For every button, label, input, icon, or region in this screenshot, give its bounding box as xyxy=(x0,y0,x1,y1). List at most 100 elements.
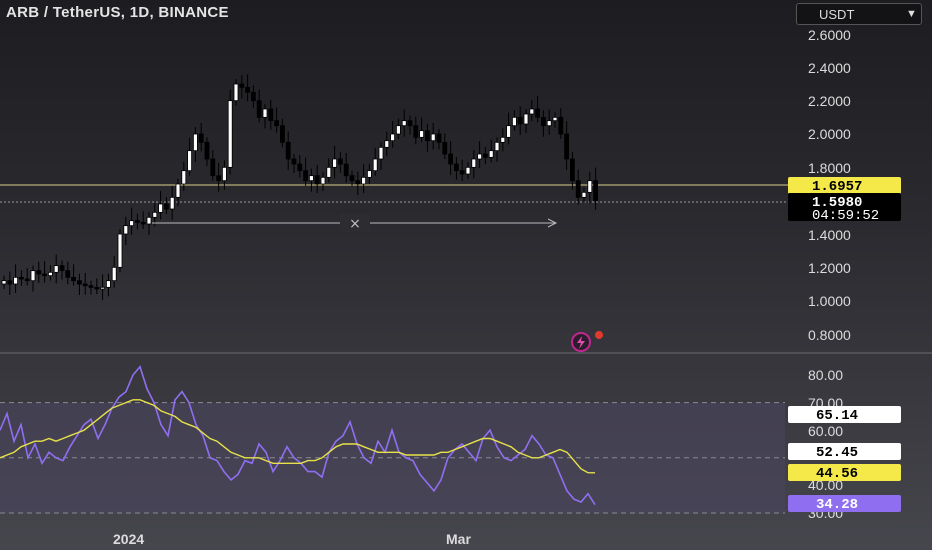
candle-body xyxy=(546,120,552,127)
candle-body xyxy=(221,166,227,182)
candle-body xyxy=(308,175,314,182)
candle-body xyxy=(448,153,454,165)
candle-body xyxy=(424,130,430,142)
price-tick: 1.4000 xyxy=(808,227,851,243)
candle-body xyxy=(500,136,506,143)
candle-body xyxy=(291,158,297,165)
candle-body xyxy=(535,108,540,118)
candle-body xyxy=(163,203,169,210)
candle-body xyxy=(1,280,7,285)
rsi-tick: 60.00 xyxy=(808,423,843,439)
candle-body xyxy=(77,280,82,285)
candle-body xyxy=(187,150,193,172)
candle-body xyxy=(314,175,320,185)
time-label: Mar xyxy=(446,531,471,547)
candle-body xyxy=(436,133,442,143)
candle-body xyxy=(564,133,569,160)
candle-body xyxy=(378,146,384,160)
candle-body xyxy=(506,125,512,138)
candle-body xyxy=(24,278,30,282)
candle-body xyxy=(355,180,361,185)
candle-body xyxy=(7,280,13,285)
candle-body xyxy=(262,108,268,118)
candle-body xyxy=(82,283,88,287)
candle-body xyxy=(30,270,36,282)
candle-body xyxy=(71,276,76,282)
chart-stage: ARB / TetherUS, 1D, BINANCE USDT ▼ × 2.6… xyxy=(0,0,932,550)
price-tick: 1.2000 xyxy=(808,260,851,276)
candle-body xyxy=(158,203,164,213)
candle-body xyxy=(239,83,245,88)
rsi-value-label: 34.28 xyxy=(816,497,858,513)
rsi-ma-label: 44.56 xyxy=(816,466,858,482)
candle-body xyxy=(279,125,285,143)
candle-body xyxy=(65,270,71,278)
chart-svg[interactable]: × 2.6000 2.4000 2.2000 2.0000 1.8000 1.4… xyxy=(0,0,932,550)
candle-body xyxy=(111,266,117,282)
level-price-label: 1.6957 xyxy=(812,179,862,195)
candle-body xyxy=(517,116,523,125)
candle-body xyxy=(419,130,425,138)
candle-body xyxy=(459,170,465,175)
candle-body xyxy=(570,158,575,182)
time-label: 2024 xyxy=(113,531,144,547)
candle-body xyxy=(494,141,500,152)
candle-body xyxy=(129,220,135,227)
candle-body xyxy=(250,91,256,102)
candle-body xyxy=(465,166,471,175)
price-tick: 1.0000 xyxy=(808,293,851,309)
measure-cross-icon[interactable]: × xyxy=(349,216,361,232)
candle-body xyxy=(390,133,396,142)
candle-body xyxy=(337,158,343,165)
candle-body xyxy=(268,108,274,122)
price-tick: 0.8000 xyxy=(808,327,851,343)
candle-body xyxy=(42,273,47,277)
price-tick: 2.0000 xyxy=(808,126,851,142)
candle-layer xyxy=(1,74,598,300)
candle-body xyxy=(204,141,210,160)
candle-body xyxy=(100,286,105,290)
candle-body xyxy=(343,163,349,177)
candle-body xyxy=(541,116,546,127)
candle-body xyxy=(401,120,407,127)
candle-body xyxy=(372,158,378,172)
candle-body xyxy=(453,163,459,172)
candle-body xyxy=(88,285,94,288)
candle-body xyxy=(471,158,477,168)
candle-body xyxy=(18,276,24,280)
flash-icon[interactable] xyxy=(571,331,603,352)
candle-body xyxy=(227,100,233,168)
candle-body xyxy=(303,170,309,182)
candle-body xyxy=(134,220,140,223)
candle-body xyxy=(59,265,65,272)
candle-body xyxy=(587,180,593,193)
candle-body xyxy=(575,180,581,198)
candle-body xyxy=(146,216,152,225)
candle-body xyxy=(233,83,239,102)
candle-body xyxy=(36,270,42,275)
candle-body xyxy=(361,176,367,185)
candle-body xyxy=(326,166,332,178)
candle-body xyxy=(169,196,175,210)
candle-body xyxy=(552,116,558,122)
candle-body xyxy=(366,170,372,178)
candle-body xyxy=(245,86,251,93)
candle-body xyxy=(512,116,517,127)
candle-body xyxy=(152,211,158,218)
countdown-label: 04:59:52 xyxy=(812,208,879,224)
price-tick: 2.4000 xyxy=(808,60,851,76)
candle-body xyxy=(175,183,181,198)
candle-body xyxy=(53,265,59,273)
candle-body xyxy=(198,133,204,143)
candle-body xyxy=(192,133,198,152)
price-tick: 1.8000 xyxy=(808,160,851,176)
candle-body xyxy=(407,120,413,127)
candle-body xyxy=(297,163,303,172)
candle-body xyxy=(320,176,326,185)
candle-body xyxy=(285,141,291,160)
price-tick: 2.6000 xyxy=(808,27,851,43)
candle-body xyxy=(477,153,483,160)
candle-body xyxy=(274,120,280,127)
candle-body xyxy=(117,233,123,268)
candle-body xyxy=(581,191,587,198)
